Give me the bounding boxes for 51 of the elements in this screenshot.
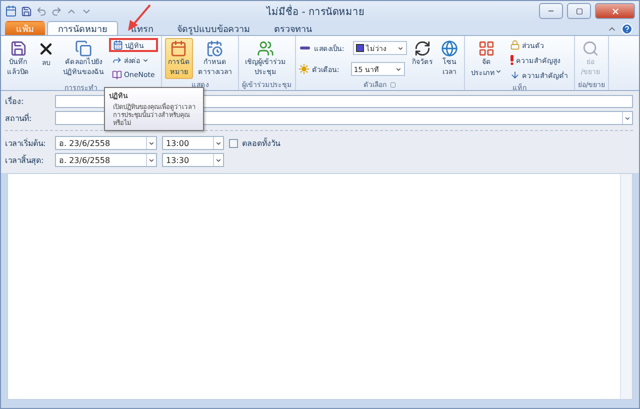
caret-icon <box>215 140 222 146</box>
copy-icon <box>75 40 92 57</box>
ribbon-tab[interactable]: จัดรูปแบบข้อความ <box>166 21 261 35</box>
close-icon <box>610 6 620 16</box>
arrow-annotation <box>128 4 151 31</box>
save-icon[interactable] <box>21 6 32 16</box>
grid-icon <box>478 40 495 57</box>
maximize-button[interactable] <box>567 3 591 19</box>
date-field[interactable]: อ. 23/6/2558 <box>55 136 157 150</box>
sun-icon <box>298 64 309 74</box>
caret-icon <box>215 156 222 164</box>
undo-icon[interactable] <box>36 6 47 16</box>
ribbon-tab[interactable]: ตรวจทาน <box>263 21 323 35</box>
notebook-icon <box>112 70 122 80</box>
search-icon <box>582 40 599 57</box>
redo-icon[interactable] <box>51 6 62 16</box>
close-button[interactable] <box>595 3 635 19</box>
calendar-clock-icon <box>206 40 224 57</box>
calendar-icon <box>170 40 188 57</box>
refresh-icon <box>414 40 431 57</box>
caret-icon <box>148 140 155 146</box>
scrollbar[interactable] <box>620 174 632 399</box>
down-arrow-icon <box>510 70 520 80</box>
forward-icon <box>112 55 122 65</box>
caret-icon <box>396 44 404 52</box>
checkbox-label: ตลอดทั้งวัน <box>242 136 280 150</box>
checkbox[interactable] <box>229 138 238 148</box>
save-icon <box>10 40 26 57</box>
maximize-icon <box>576 8 582 14</box>
launcher-icon[interactable] <box>390 82 396 88</box>
date-field[interactable]: อ. 23/6/2558 <box>55 153 157 167</box>
caret-icon <box>624 114 631 122</box>
window-title: ไม่มีชื่อ - การนัดหมาย <box>266 4 364 18</box>
calendar-icon <box>113 40 123 50</box>
time-field[interactable]: 13:00 <box>162 136 224 150</box>
help-icon[interactable] <box>621 23 633 35</box>
app-icon <box>5 5 17 17</box>
lock-icon <box>510 40 520 50</box>
time-field[interactable]: 13:30 <box>162 153 224 167</box>
people-icon <box>256 40 274 57</box>
globe-icon <box>440 40 458 57</box>
caret-icon <box>148 156 155 164</box>
field-label: เรื่อง: <box>5 95 25 108</box>
exclamation-icon <box>510 55 514 65</box>
ribbon-tab[interactable]: แทรก <box>120 21 164 35</box>
ribbon-tab[interactable]: การนัดหมาย <box>47 21 118 35</box>
minimize-button[interactable] <box>539 3 563 19</box>
caret-icon <box>394 66 402 72</box>
field-label: เวลาเริ่มต้น: <box>5 137 47 150</box>
field-label: สถานที่: <box>5 112 33 124</box>
field-label: เวลาสิ้นสุด: <box>5 154 45 166</box>
